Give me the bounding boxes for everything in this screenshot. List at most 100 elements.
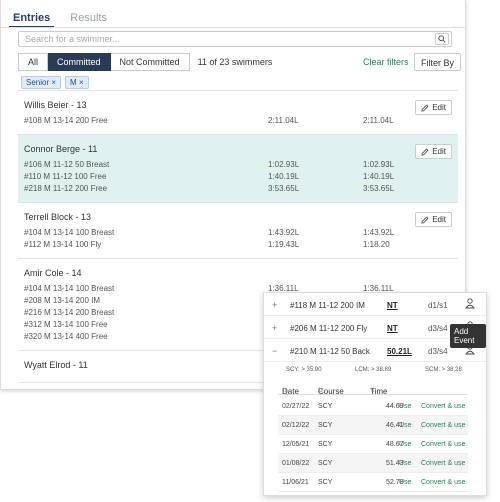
event-name: #208 M 13-14 200 IM	[24, 296, 101, 305]
result-course: SCY	[318, 479, 333, 486]
entry-time: 1:02.93L	[363, 160, 395, 169]
add-swimmer-icon[interactable]	[465, 298, 475, 309]
filter-chip[interactable]: M ×	[65, 76, 89, 89]
filter-not-committed-button[interactable]: Not Committed	[110, 53, 190, 71]
event-name: #104 M 13-14 100 Breast	[24, 228, 115, 237]
result-course: SCY	[318, 422, 333, 429]
convert-use-link[interactable]: Convert & use	[421, 422, 465, 429]
swimmer-name: Connor Berge - 11	[24, 144, 98, 154]
swimmer-name: Terrell Block - 13	[24, 212, 92, 222]
swimmer-count: 11 of 23 swimmers	[197, 57, 273, 67]
event-entry: #108 M 13-14 200 Free 2:11.04L 2:11.04L	[24, 116, 452, 128]
edit-button[interactable]: Edit	[415, 212, 452, 227]
search-placeholder: Search for a swimmer...	[25, 34, 120, 44]
tab-entries[interactable]: Entries	[9, 8, 55, 28]
result-row: 11/06/21 SCY 52.78 Use Convert & use	[278, 473, 468, 492]
event-entry: #110 M 11-12 100 Free 1:40.19L 1:40.19L	[24, 172, 452, 184]
result-row: 01/08/22 SCY 51.43 Use Convert & use	[278, 454, 468, 473]
event-name: #312 M 13-14 100 Free	[24, 320, 108, 329]
result-row: 12/05/21 SCY 48.67 Use Convert & use	[278, 435, 468, 454]
event-name: #320 M 13-14 400 Free	[24, 332, 108, 341]
use-link[interactable]: Use	[399, 460, 411, 467]
entry-time: 2:11.04L	[363, 116, 394, 125]
standard-scy: SCY: > 35.90	[286, 367, 322, 373]
edit-button[interactable]: Edit	[415, 144, 452, 159]
filter-committed-button[interactable]: Committed	[48, 53, 111, 71]
convert-use-link[interactable]: Convert & use	[421, 460, 465, 467]
convert-use-link[interactable]: Convert & use	[421, 403, 465, 410]
result-row: 02/12/22 SCY 46.41 Use Convert & use	[278, 416, 468, 435]
filter-all-button[interactable]: All	[18, 53, 49, 71]
event-entry: #112 M 13-14 100 Fly 1:19.43L 1:18.20	[24, 240, 452, 252]
event-name: #218 M 11-12 200 Free	[24, 184, 108, 193]
entry-time: 1:18.20	[363, 240, 390, 249]
collapse-toggle[interactable]: −	[272, 346, 277, 356]
entry-time-link[interactable]: 50.21L	[387, 347, 412, 356]
chip-label: Senior	[26, 78, 50, 87]
edit-button[interactable]: Edit	[415, 100, 452, 115]
event-entry: #218 M 11-12 200 Free 3:53.65L 3:53.65L	[24, 184, 452, 196]
edit-label: Edit	[432, 147, 446, 156]
swimmer-row: Connor Berge - 11 #106 M 11-12 50 Breast 1…	[18, 134, 458, 202]
heat-lane: d3/s4	[428, 347, 448, 356]
result-course: SCY	[318, 441, 333, 448]
pencil-icon	[421, 216, 429, 224]
use-link[interactable]: Use	[399, 403, 411, 410]
use-link[interactable]: Use	[399, 422, 411, 429]
event-name: #110 M 11-12 100 Free	[24, 172, 107, 181]
edit-label: Edit	[432, 103, 446, 112]
swimmer-row: Willis Beier - 13 #108 M 13-14 200 Free 2:…	[18, 90, 458, 134]
results-table-header: Date ⇅ Course ⇅ ▽ Time ⇅	[278, 379, 468, 396]
heat-lane: d1/s1	[428, 301, 448, 310]
result-date: 02/12/22	[282, 422, 310, 429]
tab-divider	[1, 27, 465, 28]
filter-by-button[interactable]: Filter By	[414, 53, 462, 71]
event-name: #106 M 11-12 50 Breast	[24, 160, 110, 169]
seed-time: 1:43.92L	[268, 228, 300, 237]
search-icon	[438, 35, 446, 43]
heat-lane: d3/s4	[428, 324, 448, 333]
swimmer-name: Willis Beier - 13	[24, 100, 87, 110]
close-icon[interactable]: ×	[51, 78, 56, 87]
pencil-icon	[421, 104, 429, 112]
expand-toggle[interactable]: +	[272, 300, 277, 310]
entry-time: 3:53.65L	[363, 184, 395, 193]
tab-bar: Entries Results	[9, 8, 123, 28]
entry-time-link[interactable]: NT	[387, 324, 398, 333]
convert-use-link[interactable]: Convert & use	[421, 479, 465, 486]
filter-icon[interactable]: ▽	[318, 387, 323, 394]
swimmer-name: Amir Cole - 14	[24, 268, 82, 278]
search-button[interactable]	[435, 33, 449, 45]
entry-time-link[interactable]: NT	[387, 301, 398, 310]
search-input[interactable]: Search for a swimmer...	[18, 31, 452, 47]
active-filter-chips: Senior × M ×	[21, 76, 93, 89]
event-name: #216 M 13-14 200 Breast	[24, 308, 115, 317]
clear-filters-link[interactable]: Clear filters	[363, 57, 409, 67]
result-course: SCY	[318, 460, 333, 467]
add-event-tooltip: Add Event	[450, 324, 486, 348]
tab-results[interactable]: Results	[66, 8, 111, 28]
expand-toggle[interactable]: +	[272, 323, 277, 333]
commit-filter-group: All Committed Not Committed 11 of 23 swi…	[18, 53, 272, 71]
chip-label: M	[70, 78, 77, 87]
filter-chip[interactable]: Senior ×	[21, 76, 62, 89]
result-date: 02/27/22	[282, 403, 310, 410]
use-link[interactable]: Use	[399, 441, 411, 448]
event-option-row: + #118 M 11-12 200 IM NT d1/s1	[264, 293, 486, 316]
event-name: #206 M 11-12 200 Fly	[290, 324, 368, 333]
close-icon[interactable]: ×	[79, 78, 84, 87]
event-name: #118 M 11-12 200 IM	[290, 301, 365, 310]
use-link[interactable]: Use	[399, 479, 411, 486]
event-name: #104 M 13-14 100 Breast	[24, 284, 115, 293]
result-date: 11/06/21	[282, 479, 309, 486]
event-name: #210 M 11-12 50 Back	[290, 347, 370, 356]
edit-label: Edit	[432, 215, 446, 224]
event-popover: + #118 M 11-12 200 IM NT d1/s1 + #206 M 11-12…	[263, 292, 487, 496]
convert-use-link[interactable]: Convert & use	[421, 441, 465, 448]
event-name: #112 M 13-14 100 Fly	[24, 240, 102, 249]
seed-time: 2:11.04L	[268, 116, 299, 125]
entry-time: 1:40.19L	[363, 172, 395, 181]
result-date: 01/08/22	[282, 460, 310, 467]
pencil-icon	[421, 148, 429, 156]
sort-icon: ⇅	[370, 388, 376, 394]
